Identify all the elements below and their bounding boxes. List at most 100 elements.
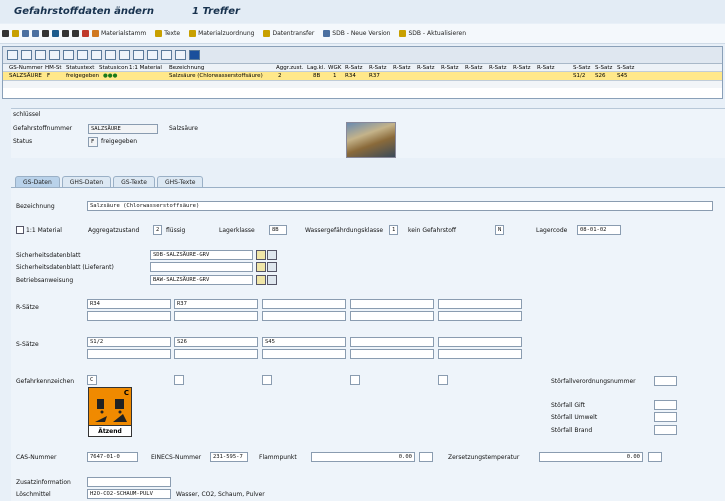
col-header[interactable]: R-Satz: [513, 65, 531, 71]
edit-icon[interactable]: [12, 30, 19, 37]
aggregatzustand-field[interactable]: 2: [153, 225, 162, 235]
zusatzinformation-field[interactable]: [87, 477, 171, 487]
col-header[interactable]: Statustext: [66, 65, 94, 71]
col-header[interactable]: R-Satz: [537, 65, 555, 71]
col-header[interactable]: S-Satz: [595, 65, 612, 71]
col-header[interactable]: R-Satz: [345, 65, 363, 71]
col-header[interactable]: R-Satz: [489, 65, 507, 71]
col-header[interactable]: R-Satz: [441, 65, 459, 71]
col-header[interactable]: Aggr.zust.: [276, 65, 303, 71]
r-satz-field[interactable]: [262, 299, 346, 309]
stoerfallverordnung-field[interactable]: [654, 376, 677, 386]
s-satz-field[interactable]: S45: [262, 337, 346, 347]
col-header[interactable]: Lag.kl.: [307, 65, 325, 71]
status-field[interactable]: F: [88, 137, 98, 147]
copy-icon[interactable]: [32, 30, 39, 37]
sdb-update-button[interactable]: SDB - Aktualisieren: [399, 30, 466, 37]
tab-gs-daten[interactable]: GS-Daten: [15, 176, 60, 187]
sum-icon[interactable]: [91, 50, 102, 60]
materialzuordnung-button[interactable]: Materialzuordnung: [189, 30, 254, 37]
filter-icon[interactable]: [77, 50, 88, 60]
kein-gefahrstoff-field[interactable]: N: [495, 225, 504, 235]
s-satz-field[interactable]: [87, 349, 171, 359]
s-satz-field[interactable]: [350, 337, 434, 347]
col-header[interactable]: WGK: [328, 65, 341, 71]
tab-gs-texte[interactable]: GS-Texte: [113, 176, 155, 187]
col-header[interactable]: GS-Nummer: [9, 65, 43, 71]
materialstamm-button[interactable]: Materialstamm: [92, 30, 146, 37]
subtotal-icon[interactable]: [105, 50, 116, 60]
zersetzung-unit-field[interactable]: [648, 452, 662, 462]
lagercode-field[interactable]: 08-01-02: [577, 225, 621, 235]
r-satz-field[interactable]: [350, 299, 434, 309]
s-satz-field[interactable]: [174, 349, 258, 359]
stoerfall-umwelt-field[interactable]: [654, 412, 677, 422]
sort-asc-icon[interactable]: [21, 50, 32, 60]
sdb-new-version-button[interactable]: SDB - Neue Version: [323, 30, 390, 37]
horizontal-scrollbar[interactable]: [3, 80, 722, 88]
texte-button[interactable]: Texte: [155, 30, 180, 37]
r-satz-field[interactable]: R37: [174, 299, 258, 309]
filter-icon[interactable]: [72, 30, 79, 37]
cas-field[interactable]: 7647-01-0: [87, 452, 138, 462]
history-icon[interactable]: [42, 30, 49, 37]
s-satz-field[interactable]: [262, 349, 346, 359]
print-icon[interactable]: [119, 50, 130, 60]
export-icon[interactable]: [147, 50, 158, 60]
col-header[interactable]: HM-St: [45, 65, 62, 71]
gefahrkennzeichen-field[interactable]: [350, 375, 360, 385]
info-icon[interactable]: [189, 50, 200, 60]
one-to-one-material-checkbox[interactable]: [16, 226, 24, 234]
find-next-icon[interactable]: [63, 50, 74, 60]
r-satz-field[interactable]: [438, 299, 522, 309]
gefahrkennzeichen-field[interactable]: C: [87, 375, 97, 385]
datentransfer-button[interactable]: Datentransfer: [263, 30, 314, 37]
table-row[interactable]: SALZSÄURE F freigegeben ●●● Salzsäure (C…: [3, 72, 722, 80]
bezeichnung-field[interactable]: Salzsäure (Chlorwasserstoffsäure): [87, 201, 713, 211]
sdb-field[interactable]: SDB-SALZSÄURE-GRV: [150, 250, 253, 260]
s-satz-field[interactable]: [438, 337, 522, 347]
sort-desc-icon[interactable]: [35, 50, 46, 60]
col-header[interactable]: R-Satz: [465, 65, 483, 71]
tab-ghs-daten[interactable]: GHS-Daten: [61, 176, 112, 187]
sdb-lieferant-field[interactable]: [150, 262, 253, 272]
gefahrkennzeichen-field[interactable]: [174, 375, 184, 385]
glasses-icon[interactable]: [256, 250, 266, 260]
loeschmittel-field[interactable]: H2O-CO2-SCHAUM-PULV: [87, 489, 171, 499]
tab-ghs-texte[interactable]: GHS-Texte: [156, 176, 204, 187]
col-header[interactable]: 1:1 Material: [129, 65, 162, 71]
r-satz-field[interactable]: [174, 311, 258, 321]
find-icon[interactable]: [49, 50, 60, 60]
col-header[interactable]: Statusicon: [99, 65, 128, 71]
flammpunkt-field[interactable]: 0.00: [311, 452, 415, 462]
save-icon[interactable]: [52, 30, 59, 37]
glasses-icon[interactable]: [256, 275, 266, 285]
s-satz-field[interactable]: [438, 349, 522, 359]
new-icon[interactable]: [22, 30, 29, 37]
lagerklasse-field[interactable]: 8B: [269, 225, 287, 235]
r-satz-field[interactable]: [350, 311, 434, 321]
col-header[interactable]: R-Satz: [369, 65, 387, 71]
stoerfall-gift-field[interactable]: [654, 400, 677, 410]
einecs-field[interactable]: 231-595-7: [210, 452, 248, 462]
document-icon[interactable]: [267, 250, 277, 260]
document-icon[interactable]: [267, 262, 277, 272]
col-header[interactable]: S-Satz: [573, 65, 590, 71]
layout-icon[interactable]: [161, 50, 172, 60]
s-satz-field[interactable]: S1/2: [87, 337, 171, 347]
info-icon[interactable]: [62, 30, 69, 37]
details-icon[interactable]: [7, 50, 18, 60]
r-satz-field[interactable]: R34: [87, 299, 171, 309]
gs-number-field[interactable]: SALZSÄURE: [88, 124, 158, 134]
r-satz-field[interactable]: [87, 311, 171, 321]
wgk-field[interactable]: 1: [389, 225, 398, 235]
betriebsanweisung-field[interactable]: BAW-SALZSÄURE-GRV: [150, 275, 253, 285]
display-change-icon[interactable]: [2, 30, 9, 37]
flammpunkt-unit-field[interactable]: [419, 452, 433, 462]
zersetzung-field[interactable]: 0.00: [539, 452, 643, 462]
col-header[interactable]: R-Satz: [417, 65, 435, 71]
col-header[interactable]: S-Satz: [617, 65, 634, 71]
stoerfall-brand-field[interactable]: [654, 425, 677, 435]
col-header[interactable]: Bezeichnung: [169, 65, 204, 71]
s-satz-field[interactable]: [350, 349, 434, 359]
